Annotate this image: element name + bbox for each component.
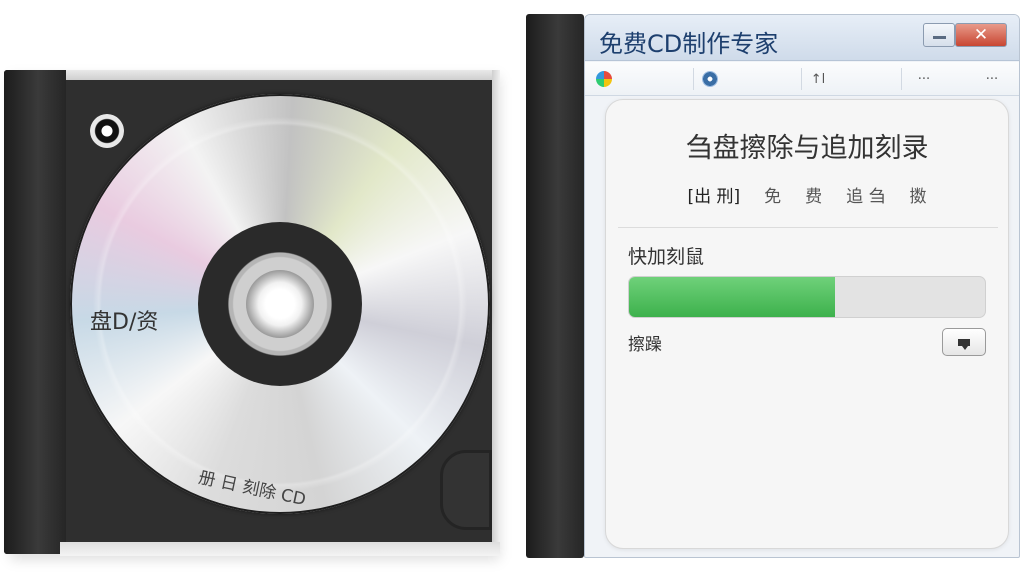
more-icon: ··· bbox=[917, 71, 931, 87]
case-bottom-edge bbox=[60, 542, 500, 556]
right-case-spine bbox=[526, 14, 584, 558]
panel-tabs: [出 刑] 免 费 追 刍 擞 bbox=[606, 182, 1008, 207]
toolbar-separator bbox=[693, 68, 694, 90]
tab-3[interactable]: 费 bbox=[803, 182, 824, 207]
more-tool-button-2[interactable]: ··· bbox=[981, 68, 1003, 90]
home-icon bbox=[596, 71, 612, 87]
tray-hole bbox=[90, 114, 124, 148]
app-window: 免费CD制作专家 ✕ ↑l ··· ··· 刍盘擦除与追加刻录 [出 刑] 免 … bbox=[584, 14, 1020, 558]
message-button[interactable] bbox=[942, 328, 986, 356]
progress-bar bbox=[628, 276, 986, 318]
screen: 盘D/资 册 日 刻除 CD 免费CD制作专家 ✕ ↑l ··· ··· 刍盘擦… bbox=[0, 0, 1024, 576]
tab-1[interactable]: [出 刑] bbox=[685, 182, 742, 207]
case-right-edge bbox=[492, 70, 500, 556]
titlebar[interactable]: 免费CD制作专家 ✕ bbox=[585, 15, 1019, 61]
status-label: 擦躁 bbox=[628, 335, 662, 355]
message-icon bbox=[958, 338, 970, 350]
minimize-button[interactable] bbox=[923, 23, 955, 47]
close-button[interactable]: ✕ bbox=[955, 23, 1007, 47]
cd-jewel-case: 盘D/资 册 日 刻除 CD bbox=[4, 70, 500, 560]
toolbar-separator bbox=[801, 68, 802, 90]
cd-disc: 盘D/资 册 日 刻除 CD bbox=[70, 94, 490, 514]
toolbar: ↑l ··· ··· bbox=[585, 62, 1019, 96]
toolbar-separator bbox=[901, 68, 902, 90]
section-label: 快加刻鼠 bbox=[628, 246, 705, 268]
more-tool-button[interactable]: ··· bbox=[913, 68, 935, 90]
home-tool-button[interactable] bbox=[593, 68, 615, 90]
panel-divider bbox=[618, 227, 998, 228]
disc-label-bottom: 册 日 刻除 CD bbox=[196, 467, 308, 511]
tab-2[interactable]: 免 bbox=[762, 182, 783, 207]
case-top-edge bbox=[66, 70, 500, 80]
erase-append-panel: 刍盘擦除与追加刻录 [出 刑] 免 费 追 刍 擞 快加刻鼠 擦躁 bbox=[605, 99, 1009, 549]
window-title: 免费CD制作专家 bbox=[599, 30, 779, 58]
panel-title: 刍盘擦除与追加刻录 bbox=[685, 133, 929, 164]
progress-fill bbox=[629, 277, 836, 317]
more-icon: ··· bbox=[985, 71, 999, 87]
tab-4[interactable]: 追 刍 bbox=[844, 182, 887, 207]
disc-icon bbox=[702, 71, 718, 87]
cd-hub-hole bbox=[246, 270, 314, 338]
sort-tool-button[interactable]: ↑l bbox=[807, 68, 829, 90]
tab-5[interactable]: 擞 bbox=[908, 182, 929, 207]
tray-notch bbox=[440, 450, 492, 530]
sort-icon: ↑l bbox=[810, 71, 826, 87]
case-spine bbox=[4, 70, 66, 554]
disc-tool-button[interactable] bbox=[699, 68, 721, 90]
disc-label-top: 盘D/资 bbox=[90, 310, 159, 335]
